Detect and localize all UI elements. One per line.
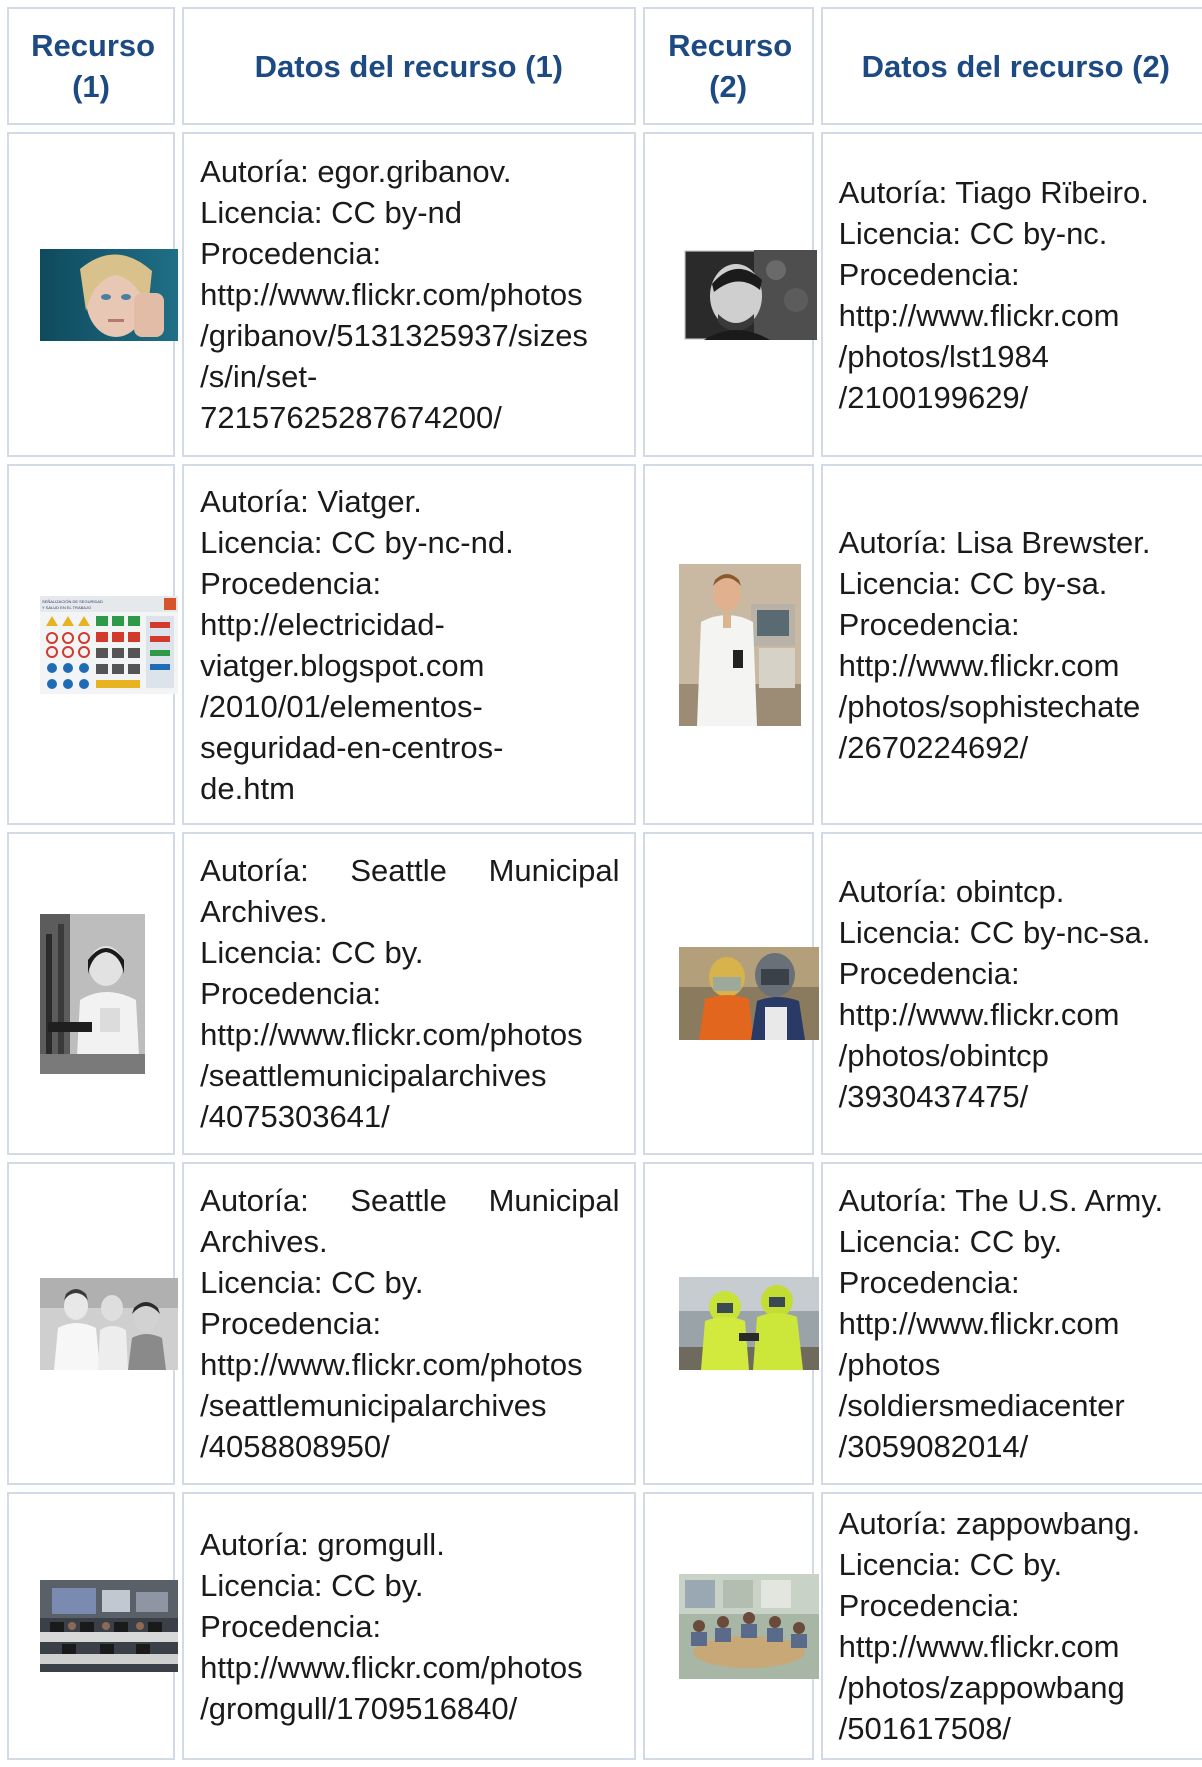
header-row: Recurso (1) Datos del recurso (1) Recurs…	[7, 7, 1202, 125]
portrait-woman-image	[40, 248, 178, 341]
helmet-mannequins-image	[678, 947, 819, 1040]
hazmat-suits-image	[678, 1277, 819, 1370]
resource-data-cell: Autoría: gromgull. Licencia: CC by. Proc…	[182, 1492, 636, 1760]
table-row: Autoría: Seattle Municipal Archives. Lic…	[7, 1162, 1202, 1485]
resource-data-cell: Autoría: Viatger. Licencia: CC by-nc-nd.…	[182, 464, 636, 825]
header-resource-data-1: Datos del recurso (1)	[182, 7, 636, 125]
meeting-room-image	[678, 1573, 819, 1679]
table-row: Autoría: Seattle Municipal Archives. Lic…	[7, 832, 1202, 1155]
resource-image-cell	[642, 832, 819, 1155]
resource-image-cell	[642, 1162, 819, 1485]
resource-image-cell	[7, 132, 178, 457]
resource-data-cell: Autoría: Seattle Municipal Archives. Lic…	[182, 1162, 636, 1485]
resource-image-cell	[7, 832, 176, 1155]
header-resource-1: Recurso (1)	[7, 7, 176, 125]
svg-text:Y SALUD EN EL TRABAJO: Y SALUD EN EL TRABAJO	[42, 605, 91, 610]
resource-data-cell: Autoría: egor.gribanov. Licencia: CC by-…	[182, 132, 636, 457]
portrait-man-image	[683, 249, 817, 340]
resource-data-cell: Autoría: obintcp. Licencia: CC by-nc-sa.…	[820, 832, 1202, 1155]
resource-credits-table: Recurso (1) Datos del recurso (1) Recurs…	[0, 0, 1202, 1767]
safety-poster-image: SEÑALIZACIÓN DE SEGURIDAD Y SALUD EN EL …	[40, 595, 178, 694]
justified-first-line: Autoría: Seattle Municipal	[200, 1183, 620, 1218]
resource-table-wrapper: Recurso (1) Datos del recurso (1) Recurs…	[0, 0, 1202, 1760]
justified-first-line: Autoría: Seattle Municipal	[200, 853, 620, 888]
resource-image-cell	[7, 1492, 178, 1760]
doctors-patient-image	[40, 1277, 178, 1370]
lab-coat-man-image	[678, 563, 801, 726]
resource-image-cell	[642, 132, 817, 457]
poster-title-text: SEÑALIZACIÓN DE SEGURIDAD	[42, 599, 103, 604]
header-resource-2: Recurso (2)	[642, 7, 814, 125]
resource-data-cell: Autoría: Lisa Brewster. Licencia: CC by-…	[820, 464, 1202, 825]
table-row: Autoría: egor.gribanov. Licencia: CC by-…	[7, 132, 1202, 457]
resource-data-cell: Autoría: zappowbang. Licencia: CC by. Pr…	[820, 1492, 1202, 1760]
resource-image-cell	[7, 1162, 178, 1485]
resource-data-cell: Autoría: The U.S. Army. Licencia: CC by.…	[820, 1162, 1202, 1485]
resource-image-cell	[642, 1492, 819, 1760]
resource-image-cell: SEÑALIZACIÓN DE SEGURIDAD Y SALUD EN EL …	[7, 464, 178, 825]
resource-image-cell	[642, 464, 814, 825]
header-resource-data-2: Datos del recurso (2)	[820, 7, 1202, 125]
resource-data-cell: Autoría: Tiago Rïbeiro. Licencia: CC by-…	[820, 132, 1202, 457]
table-row: Autoría: gromgull. Licencia: CC by. Proc…	[7, 1492, 1202, 1760]
table-row: SEÑALIZACIÓN DE SEGURIDAD Y SALUD EN EL …	[7, 464, 1202, 825]
computer-classroom-image	[40, 1580, 178, 1672]
microscope-woman-image	[40, 913, 145, 1074]
resource-data-cell: Autoría: Seattle Municipal Archives. Lic…	[182, 832, 636, 1155]
